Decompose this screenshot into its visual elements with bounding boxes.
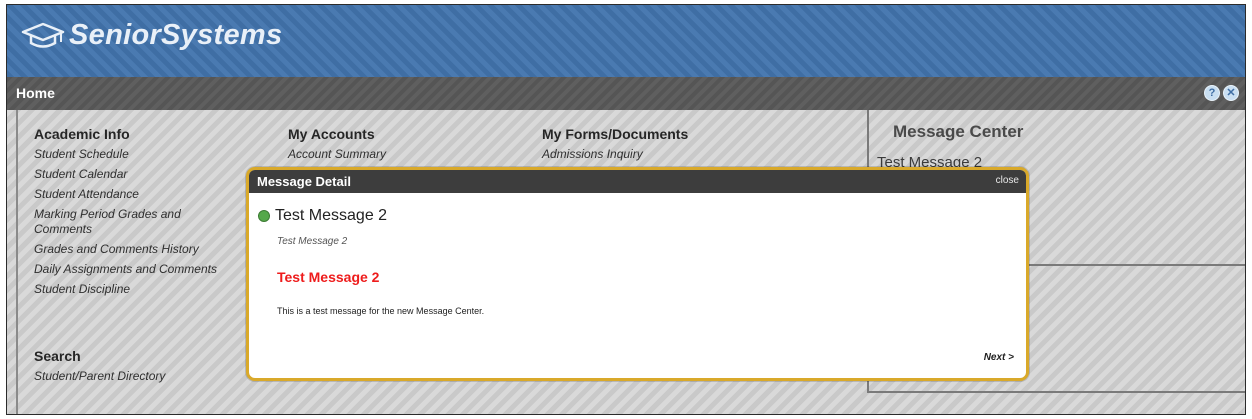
column-heading: Academic Info: [34, 126, 130, 142]
header-banner: SeniorSystems: [7, 5, 1245, 77]
message-detail-dialog: Message Detail close Test Message 2 Test…: [246, 167, 1029, 381]
column-heading: My Forms/Documents: [542, 126, 689, 142]
logo: SeniorSystems: [21, 19, 282, 52]
column-heading: My Accounts: [288, 126, 375, 142]
search-heading: Search: [34, 348, 81, 364]
dialog-title: Message Detail: [257, 174, 351, 189]
academic-info-column: Academic Info Student Schedule Student C…: [34, 126, 217, 299]
close-button[interactable]: close: [996, 175, 1019, 186]
search-section: Search Student/Parent Directory: [34, 348, 165, 386]
link-marking-period-grades[interactable]: Marking Period Grades and Comments: [34, 204, 214, 239]
message-subtitle: Test Message 2: [277, 236, 348, 247]
my-forms-column: My Forms/Documents Admissions Inquiry: [542, 126, 688, 164]
message-body: This is a test message for the new Messa…: [277, 306, 485, 316]
graduation-cap-icon: [21, 22, 65, 48]
home-bar-icons: ? ✕: [1204, 85, 1239, 101]
dialog-header: Message Detail close: [249, 170, 1026, 193]
link-student-attendance[interactable]: Student Attendance: [34, 184, 217, 204]
close-icon[interactable]: ✕: [1223, 85, 1239, 101]
status-dot-icon: [258, 210, 270, 222]
app-window: SeniorSystems Home ? ✕ Academic Info Stu…: [6, 4, 1246, 415]
message-title: Test Message 2: [275, 207, 388, 224]
logo-text: SeniorSystems: [69, 19, 283, 51]
link-daily-assignments[interactable]: Daily Assignments and Comments: [34, 259, 217, 279]
help-icon[interactable]: ?: [1204, 85, 1220, 101]
page-title: Home: [16, 85, 55, 101]
link-account-summary[interactable]: Account Summary: [288, 144, 386, 164]
link-student-schedule[interactable]: Student Schedule: [34, 144, 217, 164]
next-button[interactable]: Next >: [984, 352, 1014, 363]
my-accounts-column: My Accounts Account Summary: [288, 126, 386, 164]
message-heading: Test Message 2: [277, 269, 380, 285]
link-admissions-inquiry[interactable]: Admissions Inquiry: [542, 144, 688, 164]
link-grades-comments-history[interactable]: Grades and Comments History: [34, 239, 217, 259]
home-bar: Home ? ✕: [7, 77, 1245, 110]
link-student-calendar[interactable]: Student Calendar: [34, 164, 217, 184]
link-student-parent-directory[interactable]: Student/Parent Directory: [34, 366, 165, 386]
link-student-discipline[interactable]: Student Discipline: [34, 279, 217, 299]
message-header: Test Message 2: [258, 207, 387, 225]
message-center-title: Message Center: [893, 122, 1024, 141]
